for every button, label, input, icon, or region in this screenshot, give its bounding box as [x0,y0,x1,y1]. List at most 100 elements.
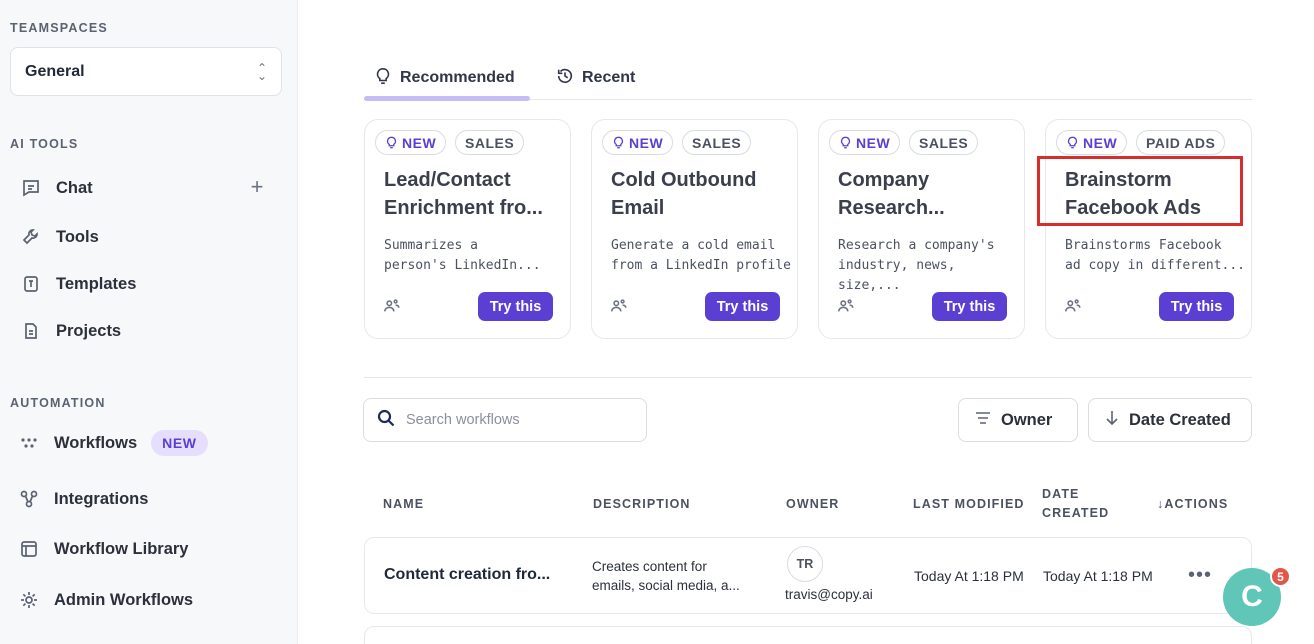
category-badge: SALES [909,130,979,155]
card-title: Company Research... [838,169,945,219]
automation-label: AUTOMATION [10,396,106,410]
card-description: Generate a cold email from a LinkedIn pr… [611,238,792,273]
ai-tools-label: AI TOOLS [10,137,79,151]
teamspace-value: General [25,62,85,80]
sidebar: TEAMSPACES General ⌃ ⌄ AI TOOLS Chat + To… [0,0,298,644]
integrations-icon [18,488,40,510]
category-badge: PAID ADS [1136,130,1226,155]
add-chat-button[interactable]: + [246,176,268,198]
tab-label: Recent [582,69,636,86]
more-actions-icon[interactable]: ••• [1188,564,1212,587]
section-divider [364,377,1252,378]
sidebar-item-tools[interactable]: Tools [20,222,99,252]
owner-email: travis@copy.ai [785,587,873,602]
chevron-updown-icon: ⌃ ⌄ [256,60,267,83]
bulb-icon [1067,136,1078,149]
card-title: Brainstorm Facebook Ads [1065,169,1201,219]
new-badge: NEW [602,130,674,155]
users-icon [837,297,855,315]
sidebar-item-label: Admin Workflows [54,590,194,609]
sidebar-item-admin-workflows[interactable]: Admin Workflows [18,585,193,615]
sidebar-item-label: Chat [56,178,93,197]
try-this-button[interactable]: Try this [1159,292,1234,321]
recommendation-card[interactable]: NEW SALES Lead/Contact Enrichment fro...… [364,119,571,339]
bulb-icon [386,136,397,149]
gear-icon [18,589,40,611]
card-description: Summarizes a person's LinkedIn... [384,238,541,273]
date-created-label: Date Created [1129,410,1231,429]
try-this-button[interactable]: Try this [932,292,1007,321]
search-box[interactable] [363,398,647,442]
chat-icon [20,177,42,199]
column-header-date-created[interactable]: DATE CREATED [1042,485,1109,523]
users-icon [1064,297,1082,315]
teamspace-select[interactable]: General ⌃ ⌄ [10,47,282,96]
new-badge: NEW [151,430,208,456]
wrench-icon [20,226,42,248]
column-header-name[interactable]: NAME [383,495,424,514]
date-created-sort-button[interactable]: Date Created [1088,398,1252,442]
card-description: Brainstorms Facebook ad copy in differen… [1065,238,1246,273]
teamspaces-label: TEAMSPACES [10,21,108,35]
new-badge: NEW [829,130,901,155]
bulb-icon [613,136,624,149]
card-description: Research a company's industry, news, siz… [838,238,995,293]
document-icon [20,320,42,342]
workflow-name[interactable]: Content creation fro... [384,566,550,584]
sidebar-item-projects[interactable]: Projects [20,316,121,346]
avatar: TR [787,546,823,582]
recommendation-card[interactable]: NEW PAID ADS Brainstorm Facebook Ads Bra… [1045,119,1252,339]
new-badge: NEW [1056,130,1128,155]
sidebar-item-integrations[interactable]: Integrations [18,484,148,514]
workflow-dots-icon [18,432,40,454]
sidebar-item-chat[interactable]: Chat [20,173,93,203]
table-row[interactable] [364,626,1252,644]
users-icon [610,297,628,315]
chat-widget-letter: C [1241,580,1263,613]
sidebar-item-label: Workflows [54,433,138,452]
template-icon [20,273,42,295]
library-icon [18,538,40,560]
owner-filter-label: Owner [1001,410,1053,429]
active-tab-indicator [364,96,530,101]
tab-bar: Recommended Recent [364,50,1252,101]
history-icon [556,67,574,90]
sidebar-item-label: Workflow Library [54,539,189,558]
last-modified: Today At 1:18 PM [914,568,1024,584]
search-input[interactable] [406,412,626,428]
owner-filter-button[interactable]: Owner [958,398,1078,442]
search-icon [376,408,396,433]
sidebar-item-label: Projects [56,321,122,340]
sidebar-item-workflow-library[interactable]: Workflow Library [18,534,188,564]
card-title: Cold Outbound Email [611,169,757,219]
tab-recent[interactable]: Recent [556,58,635,98]
recommendation-card[interactable]: NEW SALES Company Research... Research a… [818,119,1025,339]
category-badge: SALES [682,130,752,155]
column-header-owner[interactable]: OWNER [786,495,839,514]
bulb-icon [374,67,392,90]
column-header-description[interactable]: DESCRIPTION [593,495,691,514]
column-header-last-modified[interactable]: LAST MODIFIED [913,495,1025,514]
workflow-description: Creates content for emails, social media… [592,559,740,593]
bulb-icon [840,136,851,149]
date-created: Today At 1:18 PM [1043,568,1153,584]
try-this-button[interactable]: Try this [478,292,553,321]
sidebar-item-label: Templates [56,274,137,293]
category-badge: SALES [455,130,525,155]
users-icon [383,297,401,315]
sidebar-item-label: Tools [56,227,99,246]
sidebar-item-label: Integrations [54,489,149,508]
notification-badge: 5 [1270,566,1291,587]
sidebar-item-workflows[interactable]: Workflows NEW [18,428,208,458]
table-row[interactable]: Content creation fro... Creates content … [364,537,1252,614]
column-header-actions[interactable]: ↓ACTIONS [1157,495,1228,514]
arrow-down-icon [1105,410,1119,431]
filter-lines-icon [975,411,991,430]
try-this-button[interactable]: Try this [705,292,780,321]
card-title: Lead/Contact Enrichment fro... [384,169,543,219]
tab-recommended[interactable]: Recommended [374,58,515,98]
sidebar-item-templates[interactable]: Templates [20,269,136,299]
new-badge: NEW [375,130,447,155]
recommendation-card[interactable]: NEW SALES Cold Outbound Email Generate a… [591,119,798,339]
tab-label: Recommended [400,69,515,86]
